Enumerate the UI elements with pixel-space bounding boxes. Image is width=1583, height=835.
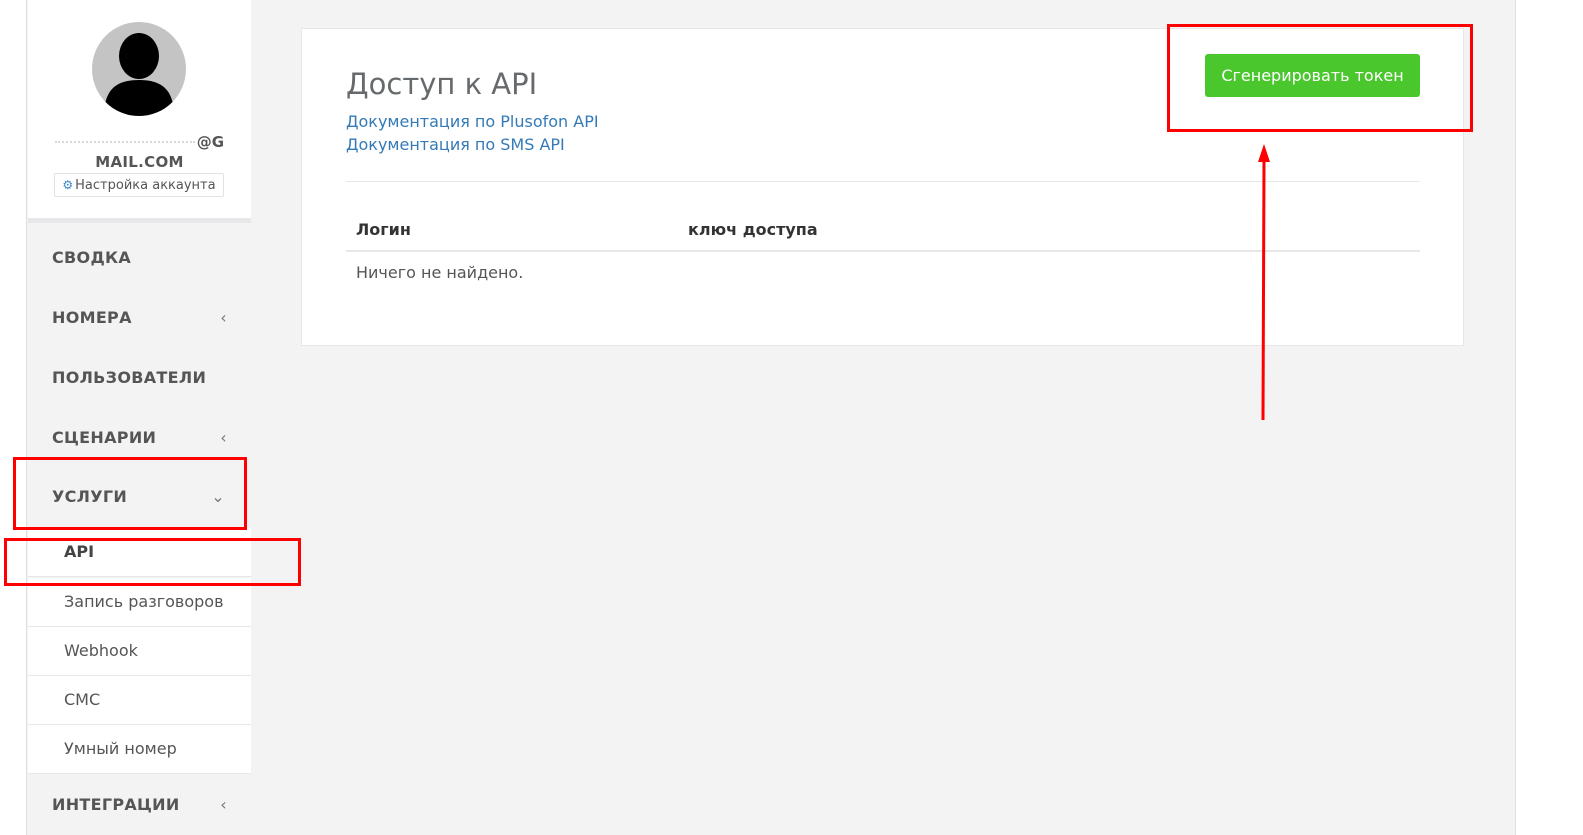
annotation-arrow <box>1258 144 1270 421</box>
